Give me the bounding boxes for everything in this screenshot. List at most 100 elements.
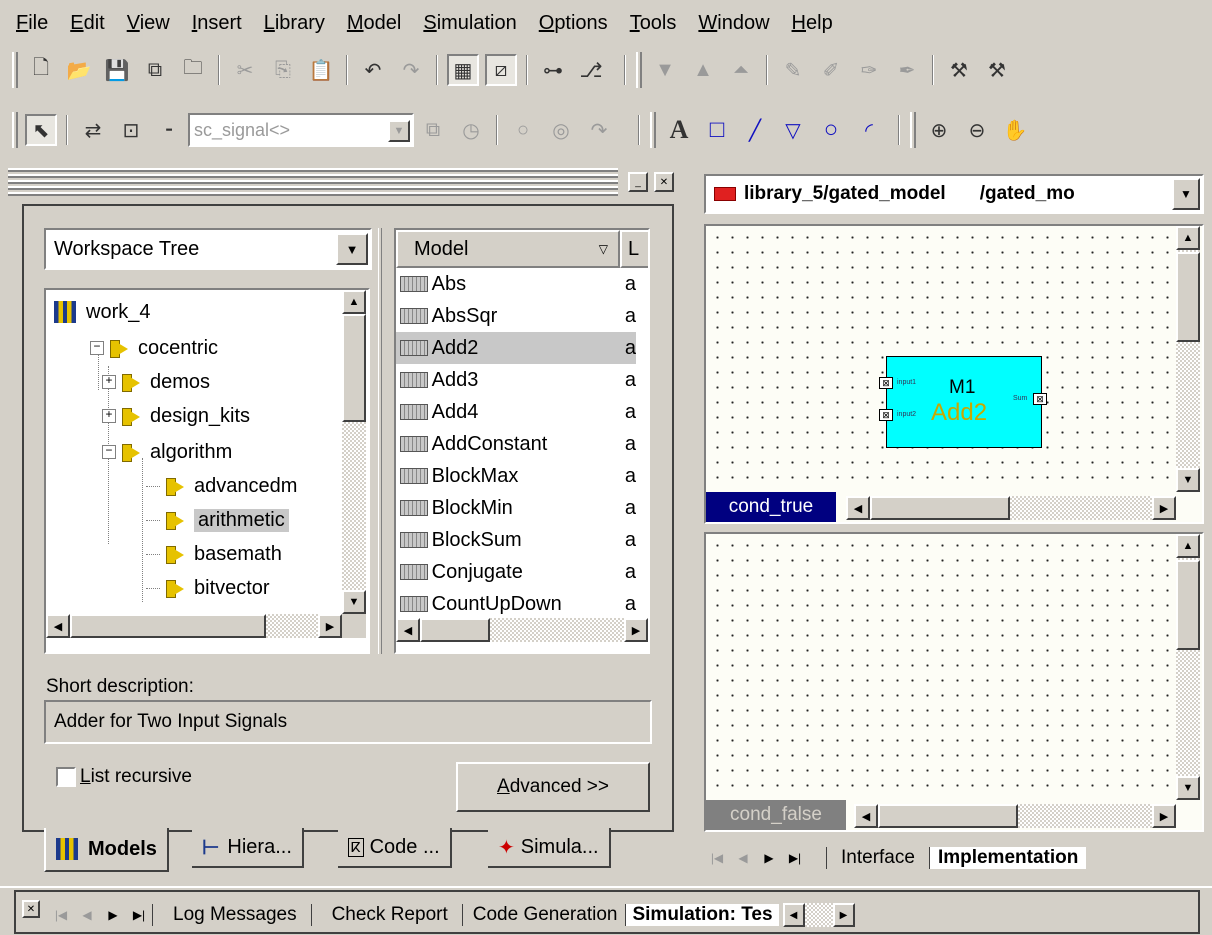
- toolbar-grip[interactable]: [636, 52, 642, 88]
- advanced-button[interactable]: Advanced >>: [456, 762, 650, 812]
- document-selector[interactable]: library_5/gated_model /gated_mo ▼: [704, 174, 1204, 214]
- tab-scroll-track[interactable]: [804, 903, 833, 927]
- output-close-icon[interactable]: ✕: [22, 900, 40, 918]
- model-view-icon[interactable]: ⧄: [485, 54, 517, 86]
- model-row[interactable]: CountUpDown a: [396, 588, 636, 620]
- menu-library[interactable]: Library: [264, 12, 325, 35]
- tree-item-advancedmath[interactable]: advancedm: [146, 470, 297, 502]
- move-top-icon[interactable]: ⏶: [725, 54, 757, 86]
- tab-simulation-test[interactable]: Simulation: Tes: [625, 904, 779, 926]
- expand-icon[interactable]: +: [102, 375, 116, 389]
- dock-close-icon[interactable]: ✕: [654, 172, 674, 192]
- pin-icon[interactable]: ✎: [777, 54, 809, 86]
- line-tool-icon[interactable]: ╱: [739, 114, 771, 146]
- tab-implementation[interactable]: Implementation: [928, 847, 1087, 869]
- toolbar-grip[interactable]: [650, 112, 656, 148]
- cond-true-label[interactable]: cond_true: [706, 492, 836, 522]
- input2-port[interactable]: ⊠: [879, 409, 893, 421]
- zoom-out-icon[interactable]: ⊖: [961, 114, 993, 146]
- prev-tab-icon[interactable]: ◀: [730, 845, 756, 871]
- redo-icon[interactable]: ↷: [395, 54, 427, 86]
- scroll-left-icon[interactable]: ◀: [46, 614, 70, 638]
- wizard-icon[interactable]: ⎇: [575, 54, 607, 86]
- model-row[interactable]: Add2 a: [396, 332, 636, 364]
- pan-hand-icon[interactable]: ✋: [999, 114, 1031, 146]
- swap-icon[interactable]: ⇄: [77, 114, 109, 146]
- arc-tool-icon[interactable]: ◜: [853, 114, 885, 146]
- workspace-tree[interactable]: work_4 − cocentric + demos + design_kits…: [44, 288, 370, 654]
- open-folder-icon[interactable]: 📂: [63, 54, 95, 86]
- dock-minimize-icon[interactable]: _: [628, 172, 648, 192]
- pin-remove-icon[interactable]: ✒: [891, 54, 923, 86]
- undo-icon[interactable]: ↶: [357, 54, 389, 86]
- hierarchy-icon[interactable]: ⊶: [537, 54, 569, 86]
- tree-item-cocentric[interactable]: − cocentric: [90, 332, 218, 364]
- last-tab-icon[interactable]: ▶|: [126, 902, 152, 928]
- model-row[interactable]: Abs a: [396, 268, 636, 300]
- model-row[interactable]: Add3 a: [396, 364, 636, 396]
- scroll-down-icon[interactable]: ▼: [342, 590, 366, 614]
- tab-log-messages[interactable]: Log Messages: [152, 904, 311, 926]
- scroll-thumb[interactable]: [1176, 252, 1200, 342]
- model-row[interactable]: AbsSqr a: [396, 300, 636, 332]
- models-list[interactable]: Model ▽ L Abs a AbsSqr a Add2 a Add3 a Add4 a AddC…: [394, 228, 650, 654]
- menu-edit[interactable]: Edit: [70, 12, 104, 35]
- paste-icon[interactable]: 📋: [305, 54, 337, 86]
- scroll-thumb[interactable]: [870, 496, 1010, 520]
- scroll-right-icon[interactable]: ▶: [1152, 804, 1176, 828]
- move-down-icon[interactable]: ▼: [649, 54, 681, 86]
- collapse-icon[interactable]: −: [102, 445, 116, 459]
- tree-item-algorithm[interactable]: − algorithm: [102, 436, 232, 468]
- column-header-model[interactable]: Model ▽: [396, 230, 620, 268]
- port-icon[interactable]: ⁃: [153, 114, 185, 146]
- menu-tools[interactable]: Tools: [630, 12, 677, 35]
- scroll-down-icon[interactable]: ▼: [1176, 468, 1200, 492]
- menu-insert[interactable]: Insert: [192, 12, 242, 35]
- tab-check-report[interactable]: Check Report: [310, 904, 462, 926]
- copy-icon[interactable]: ⎘: [267, 54, 299, 86]
- model-row[interactable]: Conjugate a: [396, 556, 636, 588]
- model-row[interactable]: Add4 a: [396, 396, 636, 428]
- tab-code-generation[interactable]: Code Generation: [461, 904, 626, 926]
- scroll-thumb[interactable]: [878, 804, 1018, 828]
- sum-port[interactable]: ⊠: [1033, 393, 1047, 405]
- select-pointer-icon[interactable]: ⬉: [25, 114, 57, 146]
- menu-options[interactable]: Options: [539, 12, 608, 35]
- cond-true-canvas[interactable]: M1 Add2 ⊠ input1 ⊠ input2 ⊠ Sum: [706, 226, 1178, 490]
- cut-icon[interactable]: ✂: [229, 54, 261, 86]
- build-icon[interactable]: ⚒: [943, 54, 975, 86]
- first-tab-icon[interactable]: |◀: [704, 845, 730, 871]
- toolbar-grip[interactable]: [12, 52, 18, 88]
- expand-icon[interactable]: +: [102, 409, 116, 423]
- target-icon[interactable]: ◎: [545, 114, 577, 146]
- text-tool-icon[interactable]: A: [663, 114, 695, 146]
- collapse-icon[interactable]: −: [90, 341, 104, 355]
- tab-hierarchy[interactable]: ⊢ Hiera...: [192, 828, 304, 868]
- build-all-icon[interactable]: ⚒: [981, 54, 1013, 86]
- tab-interface[interactable]: Interface: [826, 847, 929, 869]
- scroll-right-icon[interactable]: ▶: [318, 614, 342, 638]
- rectangle-tool-icon[interactable]: □: [701, 114, 733, 146]
- prev-tab-icon[interactable]: ◀: [74, 902, 100, 928]
- list-recursive-checkbox-row[interactable]: List recursive: [56, 766, 192, 788]
- last-tab-icon[interactable]: ▶|: [782, 845, 808, 871]
- scroll-left-icon[interactable]: ◀: [782, 903, 805, 927]
- signal-type-combo[interactable]: sc_signal<> ▼: [188, 113, 414, 147]
- canvas-vertical-scrollbar[interactable]: ▲ ▼: [1176, 534, 1200, 800]
- model-row[interactable]: BlockMax a: [396, 460, 636, 492]
- toolbar-grip[interactable]: [12, 112, 18, 148]
- menu-view[interactable]: View: [127, 12, 170, 35]
- add2-block[interactable]: M1 Add2 ⊠ input1 ⊠ input2 ⊠ Sum: [879, 356, 1047, 448]
- tree-item-work4[interactable]: work_4: [54, 296, 150, 328]
- menu-help[interactable]: Help: [792, 12, 833, 35]
- scroll-thumb[interactable]: [1176, 560, 1200, 650]
- panel-splitter[interactable]: [378, 228, 382, 654]
- menu-window[interactable]: Window: [698, 12, 769, 35]
- tree-horizontal-scrollbar[interactable]: ◀ ▶: [46, 614, 342, 638]
- ellipse-tool-icon[interactable]: ○: [815, 114, 847, 146]
- tab-models[interactable]: Models: [44, 828, 169, 872]
- menu-file[interactable]: File: [16, 12, 48, 35]
- tree-item-demos[interactable]: + demos: [102, 366, 210, 398]
- scroll-right-icon[interactable]: ▶: [624, 618, 648, 642]
- list-recursive-checkbox[interactable]: [56, 767, 76, 787]
